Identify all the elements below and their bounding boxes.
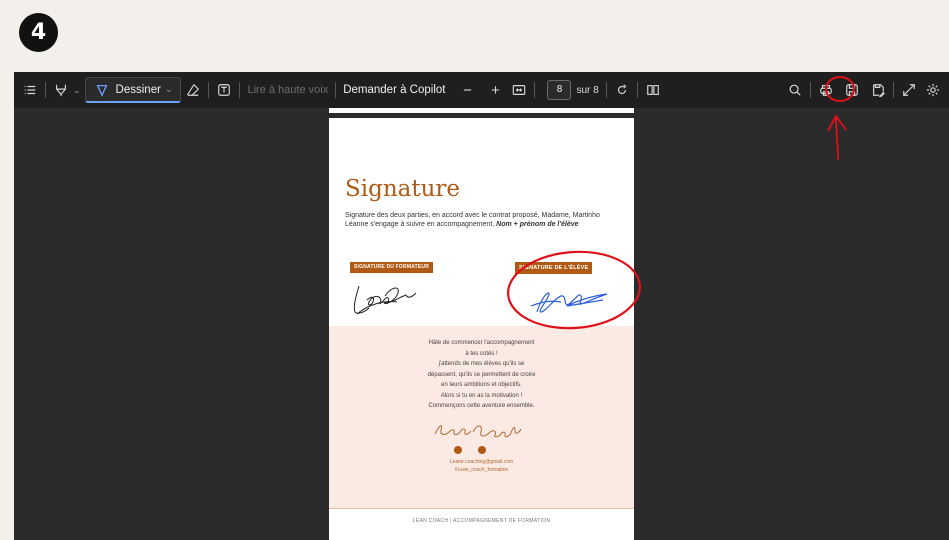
annotation-layer [507,76,855,330]
save-button-circle [825,76,855,102]
student-signature-circle [507,250,641,330]
arrow-annotation [827,114,847,161]
